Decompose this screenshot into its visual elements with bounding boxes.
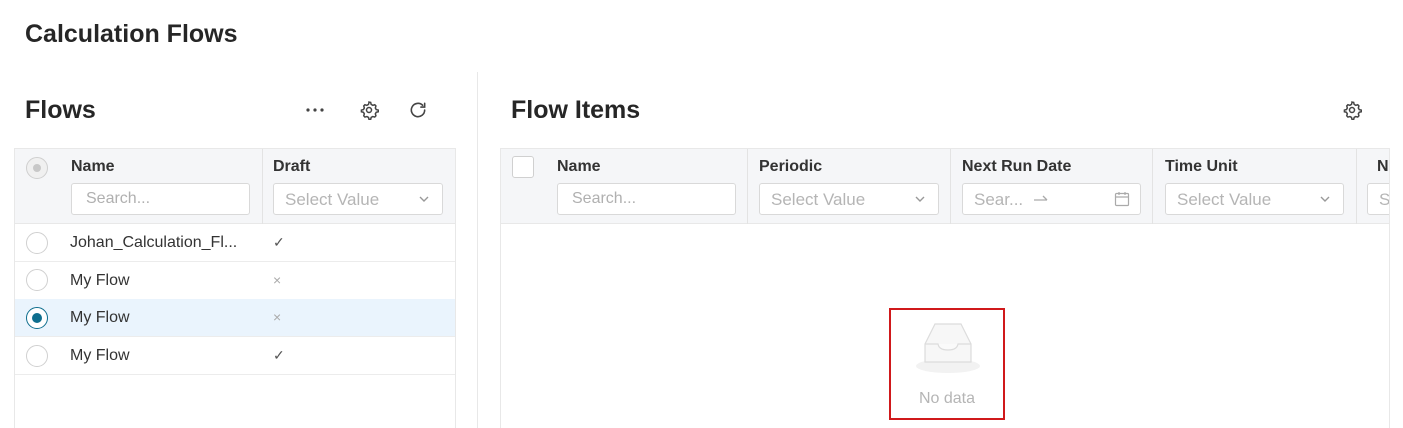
- arrow-right-icon: [1034, 195, 1048, 201]
- flow-items-title: Flow Items: [511, 96, 641, 124]
- column-periodic-header: Periodic: [759, 158, 823, 175]
- page-title: Calculation Flows: [25, 20, 238, 48]
- select-all-checkbox[interactable]: [512, 156, 534, 178]
- inbox-empty-icon: [916, 323, 980, 373]
- time-unit-filter-placeholder: Select Value: [1177, 190, 1272, 209]
- gear-icon: [1343, 101, 1362, 120]
- more-button[interactable]: [302, 97, 328, 123]
- refresh-button[interactable]: [405, 97, 431, 123]
- column-separator: [262, 149, 263, 224]
- flows-table: Name Draft Select Value Johan_Calculatio…: [14, 148, 456, 428]
- draft-check-icon: ✓: [273, 234, 285, 250]
- column-separator: [1356, 149, 1357, 224]
- refresh-icon: [410, 102, 426, 118]
- more-icon: [306, 108, 324, 112]
- row-radio[interactable]: [26, 345, 48, 367]
- empty-state-text: No data: [918, 390, 976, 407]
- gear-icon: [360, 101, 379, 120]
- date-start-placeholder: Sear...: [974, 190, 1024, 209]
- column-time-unit-header: Time Unit: [1165, 158, 1238, 175]
- flow-name: Johan_Calculation_Fl...: [70, 234, 238, 251]
- calendar-icon: [1114, 192, 1130, 207]
- chevron-down-icon: [915, 196, 925, 202]
- column-draft-header: Draft: [273, 158, 311, 175]
- flows-name-search-input[interactable]: [71, 183, 250, 215]
- column-separator: [1152, 149, 1153, 224]
- table-row[interactable]: Johan_Calculation_Fl... ✓: [15, 224, 455, 262]
- column-separator: [747, 149, 748, 224]
- periodic-filter-select[interactable]: Select Value: [759, 183, 939, 215]
- panel-divider: [477, 72, 478, 428]
- items-name-search-input[interactable]: [557, 183, 736, 215]
- flow-name: My Flow: [70, 309, 130, 326]
- row-radio-checked[interactable]: [26, 307, 48, 329]
- next-column-filter-placeholder: S: [1379, 190, 1390, 209]
- flow-items-settings-button[interactable]: [1339, 97, 1365, 123]
- flows-title: Flows: [25, 96, 96, 124]
- time-unit-filter-select[interactable]: Select Value: [1165, 183, 1344, 215]
- flows-settings-button[interactable]: [356, 97, 382, 123]
- flow-name: My Flow: [70, 347, 130, 364]
- flows-table-header: Name Draft Select Value: [15, 149, 455, 224]
- column-next-header: N: [1377, 158, 1389, 175]
- chevron-down-icon: [419, 196, 429, 202]
- table-row-selected[interactable]: My Flow ×: [15, 299, 455, 337]
- select-all-radio: [26, 157, 48, 179]
- column-name-header: Name: [71, 158, 115, 175]
- draft-filter-select[interactable]: Select Value: [273, 183, 443, 215]
- draft-check-icon: ✓: [273, 347, 285, 363]
- row-radio[interactable]: [26, 232, 48, 254]
- draft-filter-placeholder: Select Value: [285, 190, 380, 209]
- flow-items-table-header: Name Periodic Select Value Next Run Date…: [501, 149, 1389, 224]
- column-next-run-date-header: Next Run Date: [962, 158, 1072, 175]
- chevron-down-icon: [1320, 196, 1330, 202]
- row-radio[interactable]: [26, 269, 48, 291]
- empty-state: No data: [889, 308, 1005, 420]
- table-row[interactable]: My Flow ✓: [15, 337, 455, 375]
- table-row[interactable]: My Flow ×: [15, 262, 455, 300]
- column-separator: [950, 149, 951, 224]
- periodic-filter-placeholder: Select Value: [771, 190, 866, 209]
- draft-cross-icon: ×: [273, 309, 282, 325]
- next-run-date-range-picker[interactable]: Sear...: [962, 183, 1141, 215]
- draft-cross-icon: ×: [273, 272, 282, 288]
- flow-name: My Flow: [70, 272, 130, 289]
- column-name-header: Name: [557, 158, 601, 175]
- next-column-filter[interactable]: S: [1367, 183, 1390, 215]
